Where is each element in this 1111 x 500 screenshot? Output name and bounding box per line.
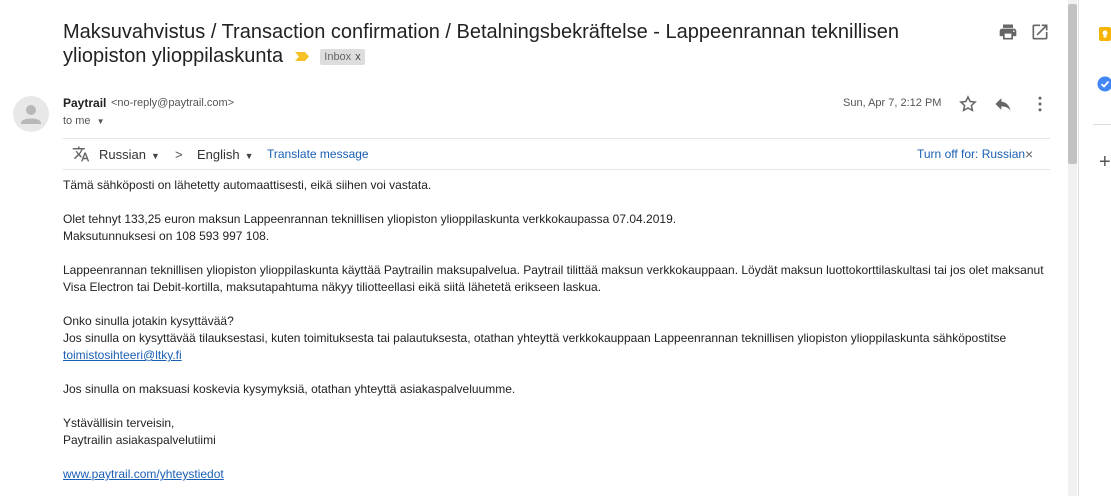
target-language-label: English [197, 147, 240, 162]
body-paragraph: Tämä sähköposti on lähetetty automaattis… [63, 177, 1053, 194]
important-marker-icon[interactable] [295, 52, 309, 61]
source-language-select[interactable]: Russian ▼ [99, 147, 160, 162]
translate-bar: Russian ▼ > English ▼ Translate message Tu… [63, 138, 1050, 170]
translate-message-link[interactable]: Translate message [267, 147, 369, 161]
recipient-text: to me [63, 115, 91, 127]
chevron-down-icon: ▼ [245, 151, 254, 161]
email-body: Tämä sähköposti on lähetetty automaattis… [63, 177, 1053, 500]
print-icon[interactable] [998, 22, 1018, 42]
payment-amount-line: Olet tehnyt 133,25 euron maksun Lappeenr… [63, 212, 676, 226]
contact-email-link[interactable]: toimistosihteeri@ltky.fi [63, 348, 182, 362]
inbox-label-text: Inbox [324, 51, 351, 63]
turn-off-translation-link[interactable]: Turn off for: Russian [917, 147, 1025, 161]
payment-id-line: Maksutunnuksesi on 108 593 997 108. [63, 229, 269, 243]
body-paragraph: Jos sinulla on maksuasi koskevia kysymyk… [63, 381, 1053, 398]
remove-label-button[interactable]: x [355, 51, 361, 63]
scrollbar-thumb[interactable] [1068, 4, 1077, 164]
reply-icon[interactable] [993, 94, 1013, 114]
body-paragraph: Olet tehnyt 133,25 euron maksun Lappeenr… [63, 211, 1053, 245]
subject-line-1: Maksuvahvistus / Transaction confirmatio… [63, 21, 899, 43]
sender-name: Paytrail [63, 96, 106, 110]
inbox-label-chip: Inboxx [320, 49, 364, 65]
chevron-down-icon: ▼ [97, 117, 105, 126]
body-paragraph: www.paytrail.com/yhteystiedot [63, 466, 1053, 483]
recipient-details-toggle[interactable]: to me ▼ [63, 115, 105, 127]
body-paragraph: Lappeenrannan teknillisen yliopiston yli… [63, 262, 1053, 296]
translate-icon [72, 145, 90, 163]
side-panel: + [1078, 0, 1111, 496]
star-icon[interactable] [958, 94, 978, 114]
more-vert-icon[interactable] [1030, 94, 1050, 114]
question-heading: Onko sinulla jotakin kysyttävää? [63, 314, 234, 328]
website-link[interactable]: www.paytrail.com/yhteystiedot [63, 467, 224, 481]
subject-line-2: yliopiston ylioppilaskunta [63, 45, 283, 67]
chevron-right-icon: > [175, 147, 183, 162]
tasks-icon[interactable] [1097, 76, 1111, 92]
chevron-down-icon: ▼ [151, 151, 160, 161]
source-language-label: Russian [99, 147, 146, 162]
default-avatar-icon [13, 96, 49, 132]
sender-email: <no-reply@paytrail.com> [111, 97, 234, 109]
body-paragraph: Onko sinulla jotakin kysyttävää? Jos sin… [63, 313, 1053, 364]
contact-text: Jos sinulla on kysyttävää tilauksestasi,… [63, 331, 1006, 345]
sender-avatar [13, 96, 49, 132]
target-language-select[interactable]: English ▼ [197, 147, 254, 162]
email-date: Sun, Apr 7, 2:12 PM [843, 97, 941, 109]
signature: Paytrailin asiakaspalvelutiimi [63, 433, 216, 447]
body-paragraph: Ystävällisin terveisin, Paytrailin asiak… [63, 415, 1053, 449]
keep-icon[interactable] [1097, 26, 1111, 42]
divider [1093, 124, 1111, 125]
add-addon-icon[interactable]: + [1099, 152, 1111, 172]
open-in-new-window-icon[interactable] [1030, 22, 1050, 42]
email-subject: Maksuvahvistus / Transaction confirmatio… [63, 20, 963, 68]
close-icon[interactable]: × [1025, 146, 1033, 162]
greeting: Ystävällisin terveisin, [63, 416, 174, 430]
